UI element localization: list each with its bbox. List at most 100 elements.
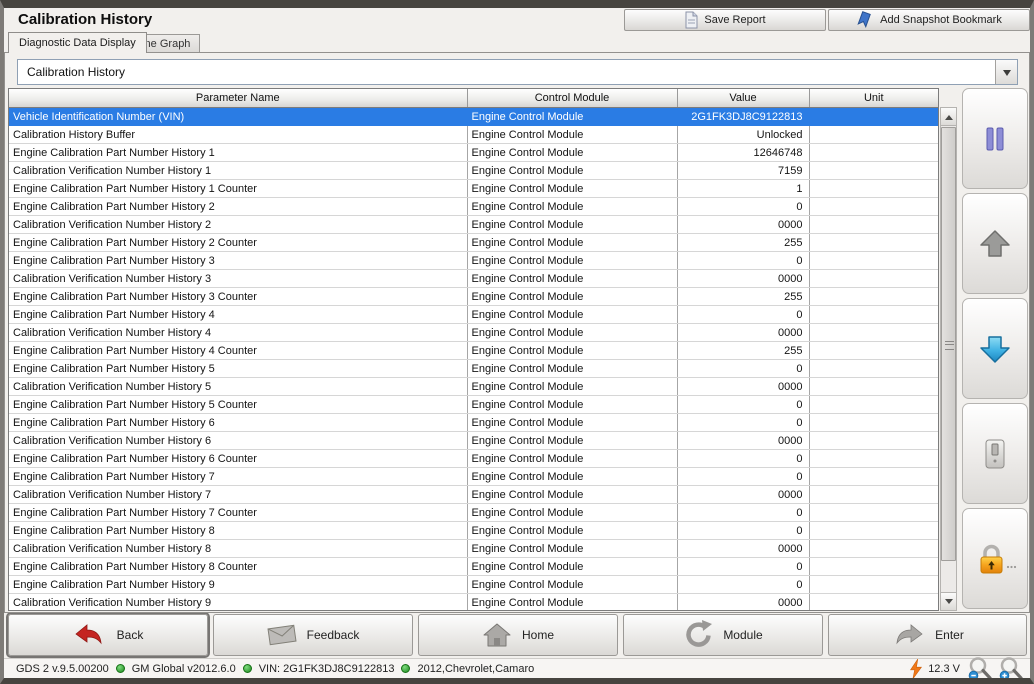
cell-module: Engine Control Module — [467, 306, 677, 324]
up-arrow-icon — [977, 228, 1013, 260]
lock-button[interactable] — [962, 508, 1028, 609]
vehicle-readout: 2012,Chevrolet,Camaro — [417, 663, 534, 675]
cell-parameter: Engine Calibration Part Number History 1 — [9, 144, 467, 162]
cell-module: Engine Control Module — [467, 216, 677, 234]
table-row[interactable]: Engine Calibration Part Number History 4… — [9, 342, 938, 360]
cell-parameter: Engine Calibration Part Number History 1… — [9, 180, 467, 198]
green-status-dot — [401, 664, 410, 673]
cell-unit — [809, 180, 938, 198]
table-row[interactable]: Engine Calibration Part Number History 3… — [9, 288, 938, 306]
table-row[interactable]: Calibration Verification Number History … — [9, 378, 938, 396]
move-down-button[interactable] — [962, 298, 1028, 399]
table-row[interactable]: Calibration Verification Number History … — [9, 324, 938, 342]
table-row[interactable]: Engine Calibration Part Number History 3… — [9, 252, 938, 270]
table-row[interactable]: Calibration Verification Number History … — [9, 540, 938, 558]
table-row[interactable]: Calibration Verification Number History … — [9, 594, 938, 612]
zoom-out-icon[interactable] — [967, 656, 993, 682]
save-report-label: Save Report — [704, 14, 765, 26]
table-row[interactable]: Calibration Verification Number History … — [9, 270, 938, 288]
zoom-in-icon[interactable] — [998, 656, 1024, 682]
home-label: Home — [522, 628, 554, 642]
table-row[interactable]: Engine Calibration Part Number History 6… — [9, 414, 938, 432]
envelope-icon — [267, 624, 297, 646]
cell-module: Engine Control Module — [467, 234, 677, 252]
lightning-icon — [909, 659, 923, 679]
table-row[interactable]: Engine Calibration Part Number History 2… — [9, 234, 938, 252]
cell-value: 0000 — [677, 594, 809, 612]
column-header-value[interactable]: Value — [677, 89, 809, 108]
add-snapshot-bookmark-label: Add Snapshot Bookmark — [880, 14, 1002, 26]
cell-parameter: Calibration Verification Number History … — [9, 378, 467, 396]
cell-unit — [809, 306, 938, 324]
move-up-button[interactable] — [962, 193, 1028, 294]
table-row[interactable]: Engine Calibration Part Number History 9… — [9, 576, 938, 594]
table-row[interactable]: Engine Calibration Part Number History 6… — [9, 450, 938, 468]
cell-module: Engine Control Module — [467, 378, 677, 396]
scrollbar-down-button[interactable] — [941, 592, 956, 610]
cell-value: 255 — [677, 342, 809, 360]
cell-unit — [809, 486, 938, 504]
cell-module: Engine Control Module — [467, 180, 677, 198]
table-row[interactable]: Calibration Verification Number History … — [9, 432, 938, 450]
table-row[interactable]: Engine Calibration Part Number History 7… — [9, 504, 938, 522]
column-header-unit[interactable]: Unit — [809, 89, 938, 108]
table-row[interactable]: Calibration History BufferEngine Control… — [9, 126, 938, 144]
scrollbar-up-button[interactable] — [941, 108, 956, 126]
cell-value: 0 — [677, 198, 809, 216]
table-row[interactable]: Calibration Verification Number History … — [9, 216, 938, 234]
cell-parameter: Calibration Verification Number History … — [9, 540, 467, 558]
table-row[interactable]: Engine Calibration Part Number History 5… — [9, 360, 938, 378]
tab-diagnostic-data-display[interactable]: Diagnostic Data Display — [8, 32, 147, 53]
add-snapshot-bookmark-button[interactable]: Add Snapshot Bookmark — [828, 9, 1030, 31]
cell-value: 0000 — [677, 540, 809, 558]
table-row[interactable]: Calibration Verification Number History … — [9, 486, 938, 504]
pause-button[interactable] — [962, 88, 1028, 189]
table-row[interactable]: Engine Calibration Part Number History 1… — [9, 180, 938, 198]
toggle-switch-button[interactable] — [962, 403, 1028, 504]
cell-module: Engine Control Module — [467, 198, 677, 216]
enter-button[interactable]: Enter — [828, 614, 1027, 656]
module-button[interactable]: Module — [623, 614, 823, 656]
cell-parameter: Engine Calibration Part Number History 5 — [9, 360, 467, 378]
back-button[interactable]: Back — [8, 614, 208, 656]
page-title: Calibration History — [18, 11, 152, 28]
table-row[interactable]: Engine Calibration Part Number History 5… — [9, 396, 938, 414]
cell-unit — [809, 288, 938, 306]
back-arrow-icon — [73, 622, 107, 648]
cell-module: Engine Control Module — [467, 486, 677, 504]
table-row[interactable]: Calibration Verification Number History … — [9, 162, 938, 180]
cell-module: Engine Control Module — [467, 432, 677, 450]
data-list-dropdown[interactable]: Calibration History — [17, 59, 1018, 85]
cell-value: 0000 — [677, 216, 809, 234]
cell-parameter: Engine Calibration Part Number History 6 — [9, 414, 467, 432]
table-row[interactable]: Engine Calibration Part Number History 1… — [9, 144, 938, 162]
feedback-button[interactable]: Feedback — [213, 614, 413, 656]
cell-value: 0000 — [677, 270, 809, 288]
cell-unit — [809, 270, 938, 288]
table-row[interactable]: Engine Calibration Part Number History 7… — [9, 468, 938, 486]
table-row[interactable]: Engine Calibration Part Number History 4… — [9, 306, 938, 324]
cell-unit — [809, 468, 938, 486]
scrollbar-thumb[interactable] — [941, 127, 956, 561]
home-button[interactable]: Home — [418, 614, 618, 656]
table-row[interactable]: Engine Calibration Part Number History 2… — [9, 198, 938, 216]
table-row[interactable]: Engine Calibration Part Number History 8… — [9, 522, 938, 540]
cell-unit — [809, 162, 938, 180]
cell-unit — [809, 576, 938, 594]
cell-unit — [809, 216, 938, 234]
back-label: Back — [117, 628, 144, 642]
triangle-up-icon — [945, 111, 953, 120]
cell-parameter: Engine Calibration Part Number History 2… — [9, 234, 467, 252]
table-vertical-scrollbar[interactable] — [940, 107, 957, 611]
cell-module: Engine Control Module — [467, 540, 677, 558]
table-row[interactable]: Engine Calibration Part Number History 8… — [9, 558, 938, 576]
save-report-button[interactable]: Save Report — [624, 9, 826, 31]
column-header-control-module[interactable]: Control Module — [467, 89, 677, 108]
battery-voltage: 12.3 V — [928, 663, 960, 675]
dropdown-open-button[interactable] — [995, 60, 1017, 84]
column-header-parameter-name[interactable]: Parameter Name — [9, 89, 467, 108]
table-row[interactable]: Vehicle Identification Number (VIN)Engin… — [9, 108, 938, 126]
cell-value: 0 — [677, 522, 809, 540]
vin-readout: VIN: 2G1FK3DJ8C9122813 — [259, 663, 395, 675]
cell-value: 0000 — [677, 486, 809, 504]
